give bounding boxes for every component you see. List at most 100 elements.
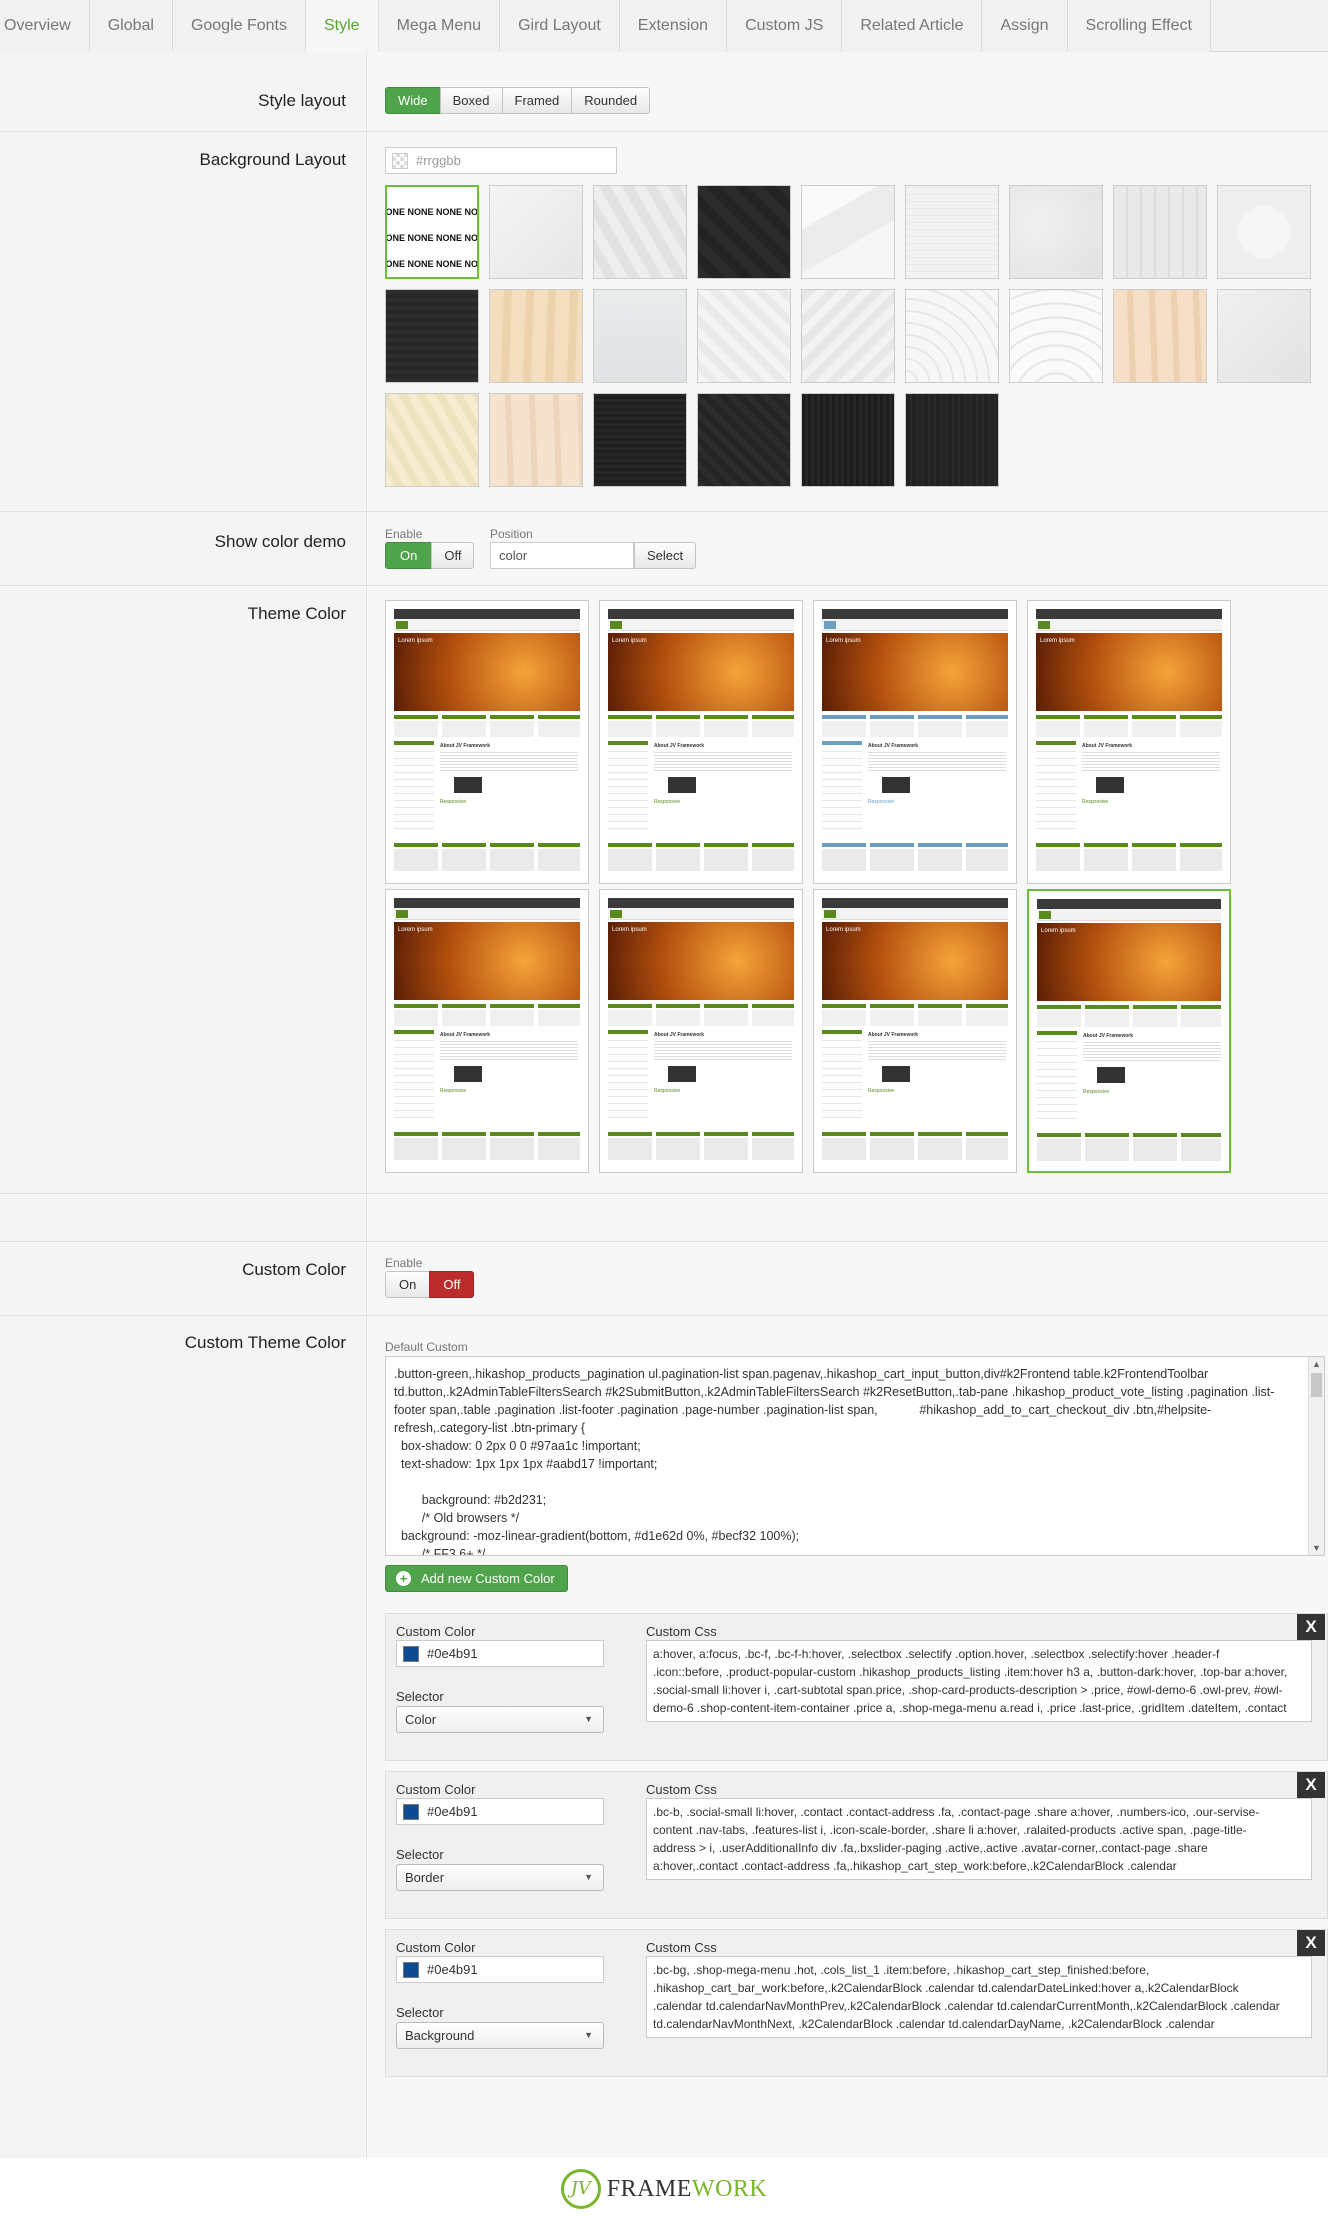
tab-global[interactable]: Global	[89, 0, 173, 52]
custom-theme-color-label: Custom Theme Color	[184, 1333, 346, 1352]
color-chip-2[interactable]	[403, 1804, 419, 1820]
preview-boxes	[394, 1004, 580, 1008]
background-swatch[interactable]	[905, 393, 999, 487]
tab-scrolling-effect[interactable]: Scrolling Effect	[1067, 0, 1211, 52]
custom-color-label: Custom Color	[242, 1260, 346, 1279]
preview-responsive: Responsive	[868, 1088, 895, 1094]
preview-banner	[1037, 923, 1221, 1001]
preview-footer	[608, 1138, 794, 1160]
tab-gird-layout[interactable]: Gird Layout	[500, 0, 620, 52]
tab-mega-menu[interactable]: Mega Menu	[378, 0, 501, 52]
tab-assign[interactable]: Assign	[982, 0, 1068, 52]
selector-select-2[interactable]: Border ▼	[396, 1864, 604, 1891]
preview-menu	[608, 908, 794, 920]
style-boxed-button[interactable]: Boxed	[439, 87, 503, 114]
color-chip-1[interactable]	[403, 1646, 419, 1662]
default-custom-css-textarea[interactable]: .button-green,.hikashop_products_paginat…	[385, 1356, 1325, 1556]
code-scroll-thumb[interactable]	[1311, 1373, 1322, 1397]
custom-color-toggle: On Off	[385, 1271, 475, 1298]
selector-select-3[interactable]: Background ▼	[396, 2022, 604, 2049]
background-swatch[interactable]	[801, 185, 895, 279]
remove-panel-3-button[interactable]: X	[1297, 1930, 1325, 1956]
add-custom-color-button[interactable]: + Add new Custom Color	[385, 1565, 568, 1592]
tab-extension[interactable]: Extension	[619, 0, 728, 52]
background-swatch[interactable]	[489, 393, 583, 487]
custom-color-input-2[interactable]: #0e4b91	[396, 1798, 604, 1825]
position-input[interactable]: color	[490, 542, 634, 569]
logo-text-work: WORK	[691, 2175, 768, 2202]
preview-heading: About JV Framework	[654, 1032, 705, 1038]
background-color-input[interactable]: #rrggbb	[385, 147, 617, 174]
theme-thumbnail[interactable]: Lorem ipsum About JV Framework Responsive	[813, 889, 1017, 1173]
preview-title: Lorem ipsum	[1040, 638, 1075, 644]
tab-overview[interactable]: Overview	[0, 0, 90, 52]
style-rounded-button[interactable]: Rounded	[571, 87, 651, 114]
demo-on-button[interactable]: On	[385, 542, 433, 569]
tab-custom-js[interactable]: Custom JS	[727, 0, 843, 52]
theme-thumbnail[interactable]: Lorem ipsum About JV Framework Responsive	[385, 889, 589, 1173]
preview-heading: About JV Framework	[654, 743, 705, 749]
position-label: Position	[490, 527, 533, 541]
background-swatch[interactable]	[1009, 185, 1103, 279]
tab-related-article[interactable]: Related Article	[842, 0, 983, 52]
custom-css-textarea-1[interactable]: a:hover, a:focus, .bc-f, .bc-f-h:hover, …	[646, 1640, 1312, 1722]
background-swatch[interactable]	[697, 185, 791, 279]
theme-thumbnail[interactable]: Lorem ipsum About JV Framework Responsive	[813, 600, 1017, 884]
custom-css-textarea-2[interactable]: .bc-b, .social-small li:hover, .contact …	[646, 1798, 1312, 1880]
preview-header	[394, 898, 580, 908]
background-swatch[interactable]	[801, 393, 895, 487]
color-chip-3[interactable]	[403, 1962, 419, 1978]
background-swatch[interactable]	[385, 289, 479, 383]
theme-thumbnail[interactable]: Lorem ipsum About JV Framework Responsive	[385, 600, 589, 884]
background-swatch[interactable]	[593, 289, 687, 383]
style-framed-button[interactable]: Framed	[501, 87, 573, 114]
preview-banner	[822, 922, 1008, 1000]
background-swatch[interactable]	[385, 393, 479, 487]
scroll-down-icon[interactable]: ▼	[1312, 1543, 1321, 1553]
background-swatch[interactable]	[489, 289, 583, 383]
background-swatch[interactable]	[1217, 185, 1311, 279]
background-swatch[interactable]	[1217, 289, 1311, 383]
preview-text	[654, 751, 792, 773]
tab-style[interactable]: Style	[306, 0, 379, 52]
background-swatch[interactable]	[593, 185, 687, 279]
demo-off-button[interactable]: Off	[431, 542, 475, 569]
preview-footer	[1037, 1139, 1221, 1161]
background-swatch[interactable]	[489, 185, 583, 279]
theme-thumbnail[interactable]: Lorem ipsum About JV Framework Responsive	[599, 889, 803, 1173]
custom-color-input-1[interactable]: #0e4b91	[396, 1640, 604, 1667]
theme-thumbnail[interactable]: Lorem ipsum About JV Framework Responsive	[599, 600, 803, 884]
preview-title: Lorem ipsum	[612, 638, 647, 644]
background-swatch[interactable]	[1113, 289, 1207, 383]
background-swatch[interactable]	[801, 289, 895, 383]
custom-on-button[interactable]: On	[385, 1271, 431, 1298]
preview-banner	[1036, 633, 1222, 711]
custom-off-button[interactable]: Off	[429, 1271, 475, 1298]
code-scrollbar[interactable]: ▲ ▼	[1308, 1357, 1324, 1555]
scroll-up-icon[interactable]: ▲	[1312, 1359, 1321, 1369]
background-none-swatch[interactable]: NONE NONE NONE NONE NONE NONE NONE NONE NO…	[385, 185, 479, 279]
background-swatch[interactable]	[697, 289, 791, 383]
background-swatch[interactable]	[593, 393, 687, 487]
preview-title: Lorem ipsum	[612, 927, 647, 933]
preview-boxes	[608, 1004, 794, 1008]
position-select-button[interactable]: Select	[634, 542, 697, 569]
background-swatch[interactable]	[1009, 289, 1103, 383]
background-swatch[interactable]	[905, 289, 999, 383]
remove-panel-2-button[interactable]: X	[1297, 1772, 1325, 1798]
theme-thumbnail[interactable]: Lorem ipsum About JV Framework Responsive	[1027, 600, 1231, 884]
preview-banner	[608, 633, 794, 711]
preview-footer-bar	[608, 843, 794, 847]
selector-select-1[interactable]: Color ▼	[396, 1706, 604, 1733]
style-layout-label: Style layout	[258, 91, 346, 110]
tab-google-fonts[interactable]: Google Fonts	[172, 0, 306, 52]
remove-panel-1-button[interactable]: X	[1297, 1614, 1325, 1640]
theme-thumbnail[interactable]: Lorem ipsum About JV Framework Responsive	[1027, 889, 1231, 1173]
custom-color-input-3[interactable]: #0e4b91	[396, 1956, 604, 1983]
background-swatch[interactable]	[697, 393, 791, 487]
background-swatch[interactable]	[905, 185, 999, 279]
selector-value-2: Border	[405, 1870, 445, 1885]
style-wide-button[interactable]: Wide	[385, 87, 441, 114]
background-swatch[interactable]	[1113, 185, 1207, 279]
custom-css-textarea-3[interactable]: .bc-bg, .shop-mega-menu .hot, .cols_list…	[646, 1956, 1312, 2038]
